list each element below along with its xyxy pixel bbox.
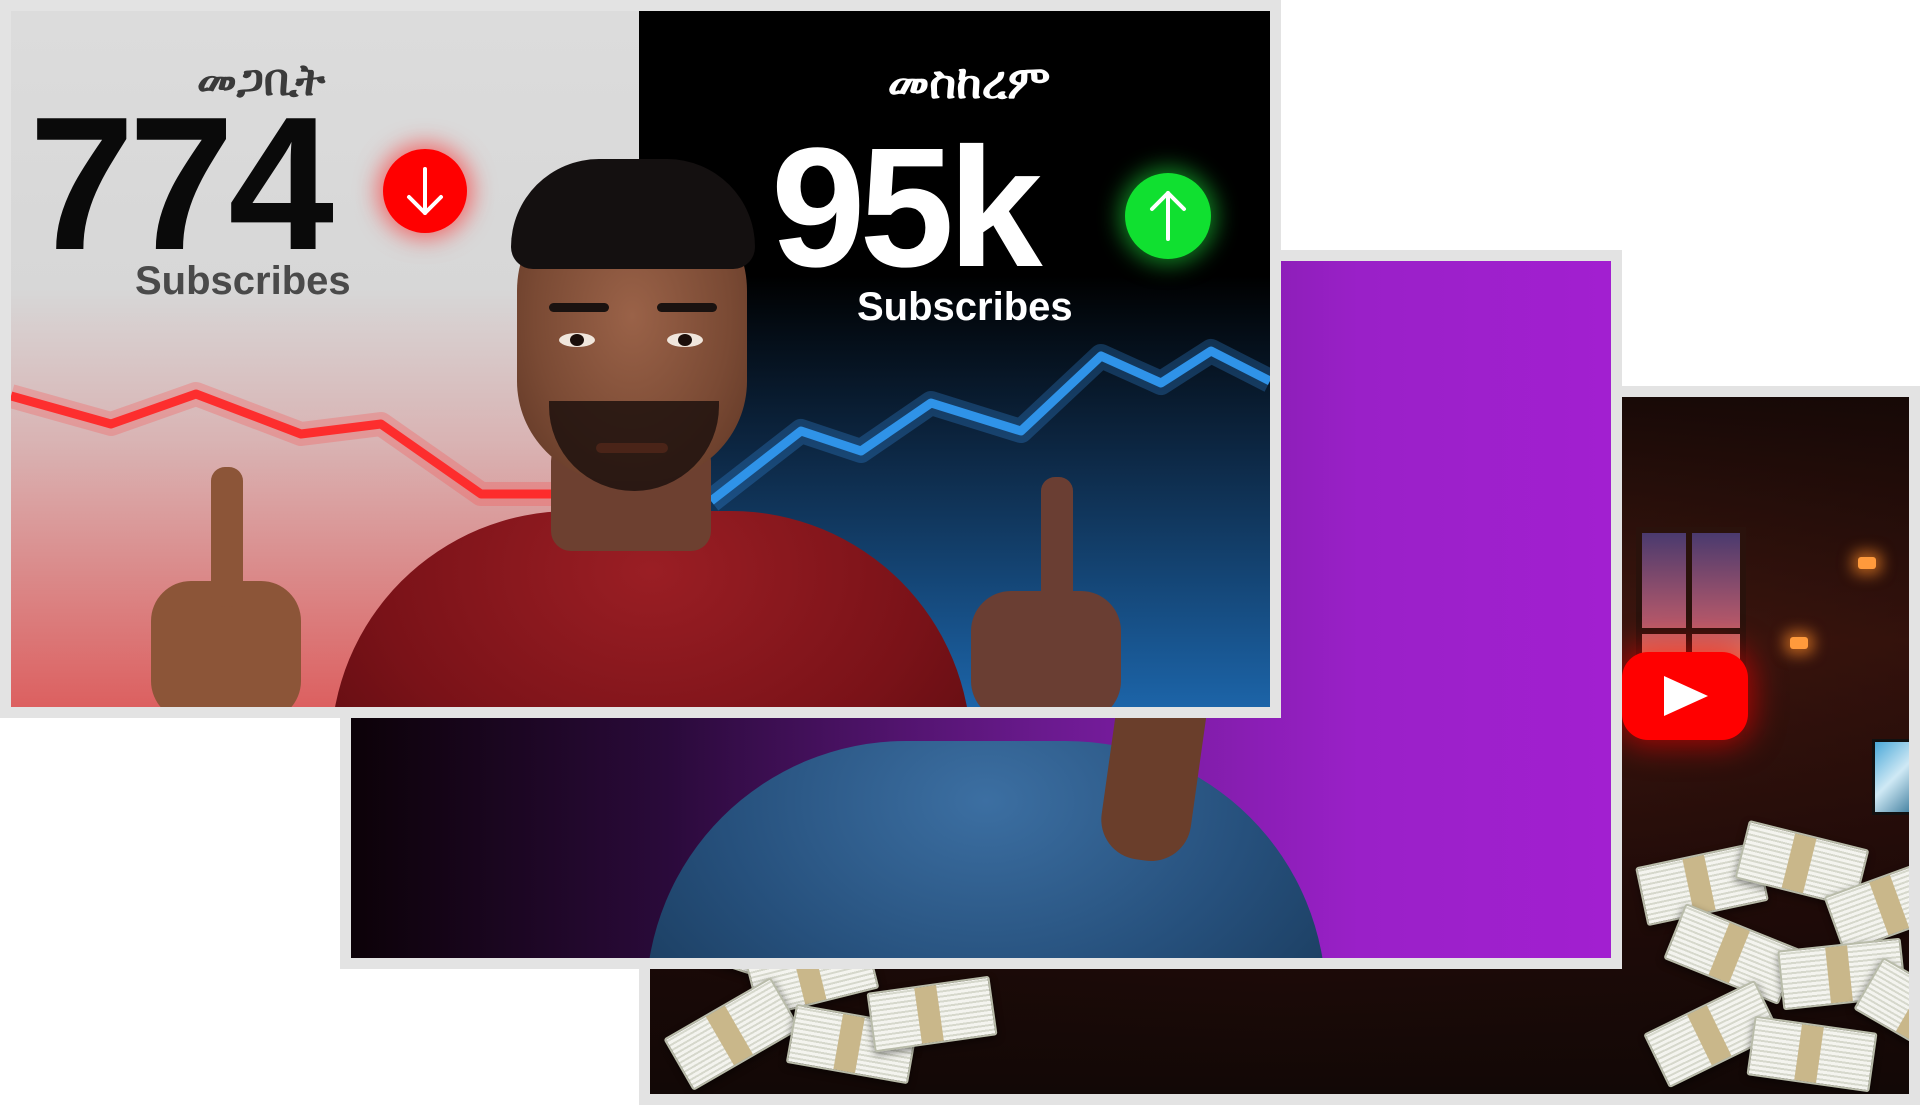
arrow-up-icon	[1125, 173, 1211, 259]
person-brow	[549, 303, 609, 312]
left-index-finger	[211, 467, 243, 607]
right-subscriber-count: 95k	[771, 113, 1043, 303]
arrow-down-icon	[383, 149, 467, 233]
person-blue-sweater	[646, 741, 1326, 958]
wall-lamp	[1790, 637, 1808, 649]
right-month-label: መስከረም	[887, 55, 1051, 109]
person-mouth	[596, 443, 668, 453]
down-trend-glow	[11, 382, 551, 506]
up-trend-glow	[703, 339, 1270, 511]
person-hair	[511, 159, 755, 269]
right-index-finger	[1041, 477, 1073, 617]
right-subscribers-caption: Subscribes	[857, 285, 1073, 329]
left-subscribers-caption: Subscribes	[135, 259, 351, 303]
person-brow	[657, 303, 717, 312]
wall-lamp	[1858, 557, 1876, 569]
left-subscriber-count: 774	[29, 78, 334, 290]
youtube-play-icon	[1622, 652, 1748, 740]
thumbnail-card-front[interactable]: መጋቢት 774 Subscribes መስከረም 95k Subscribes	[0, 0, 1281, 718]
thumbnail-image-front: መጋቢት 774 Subscribes መስከረም 95k Subscribes	[11, 11, 1270, 707]
person-eye	[559, 333, 595, 347]
person-eye	[667, 333, 703, 347]
